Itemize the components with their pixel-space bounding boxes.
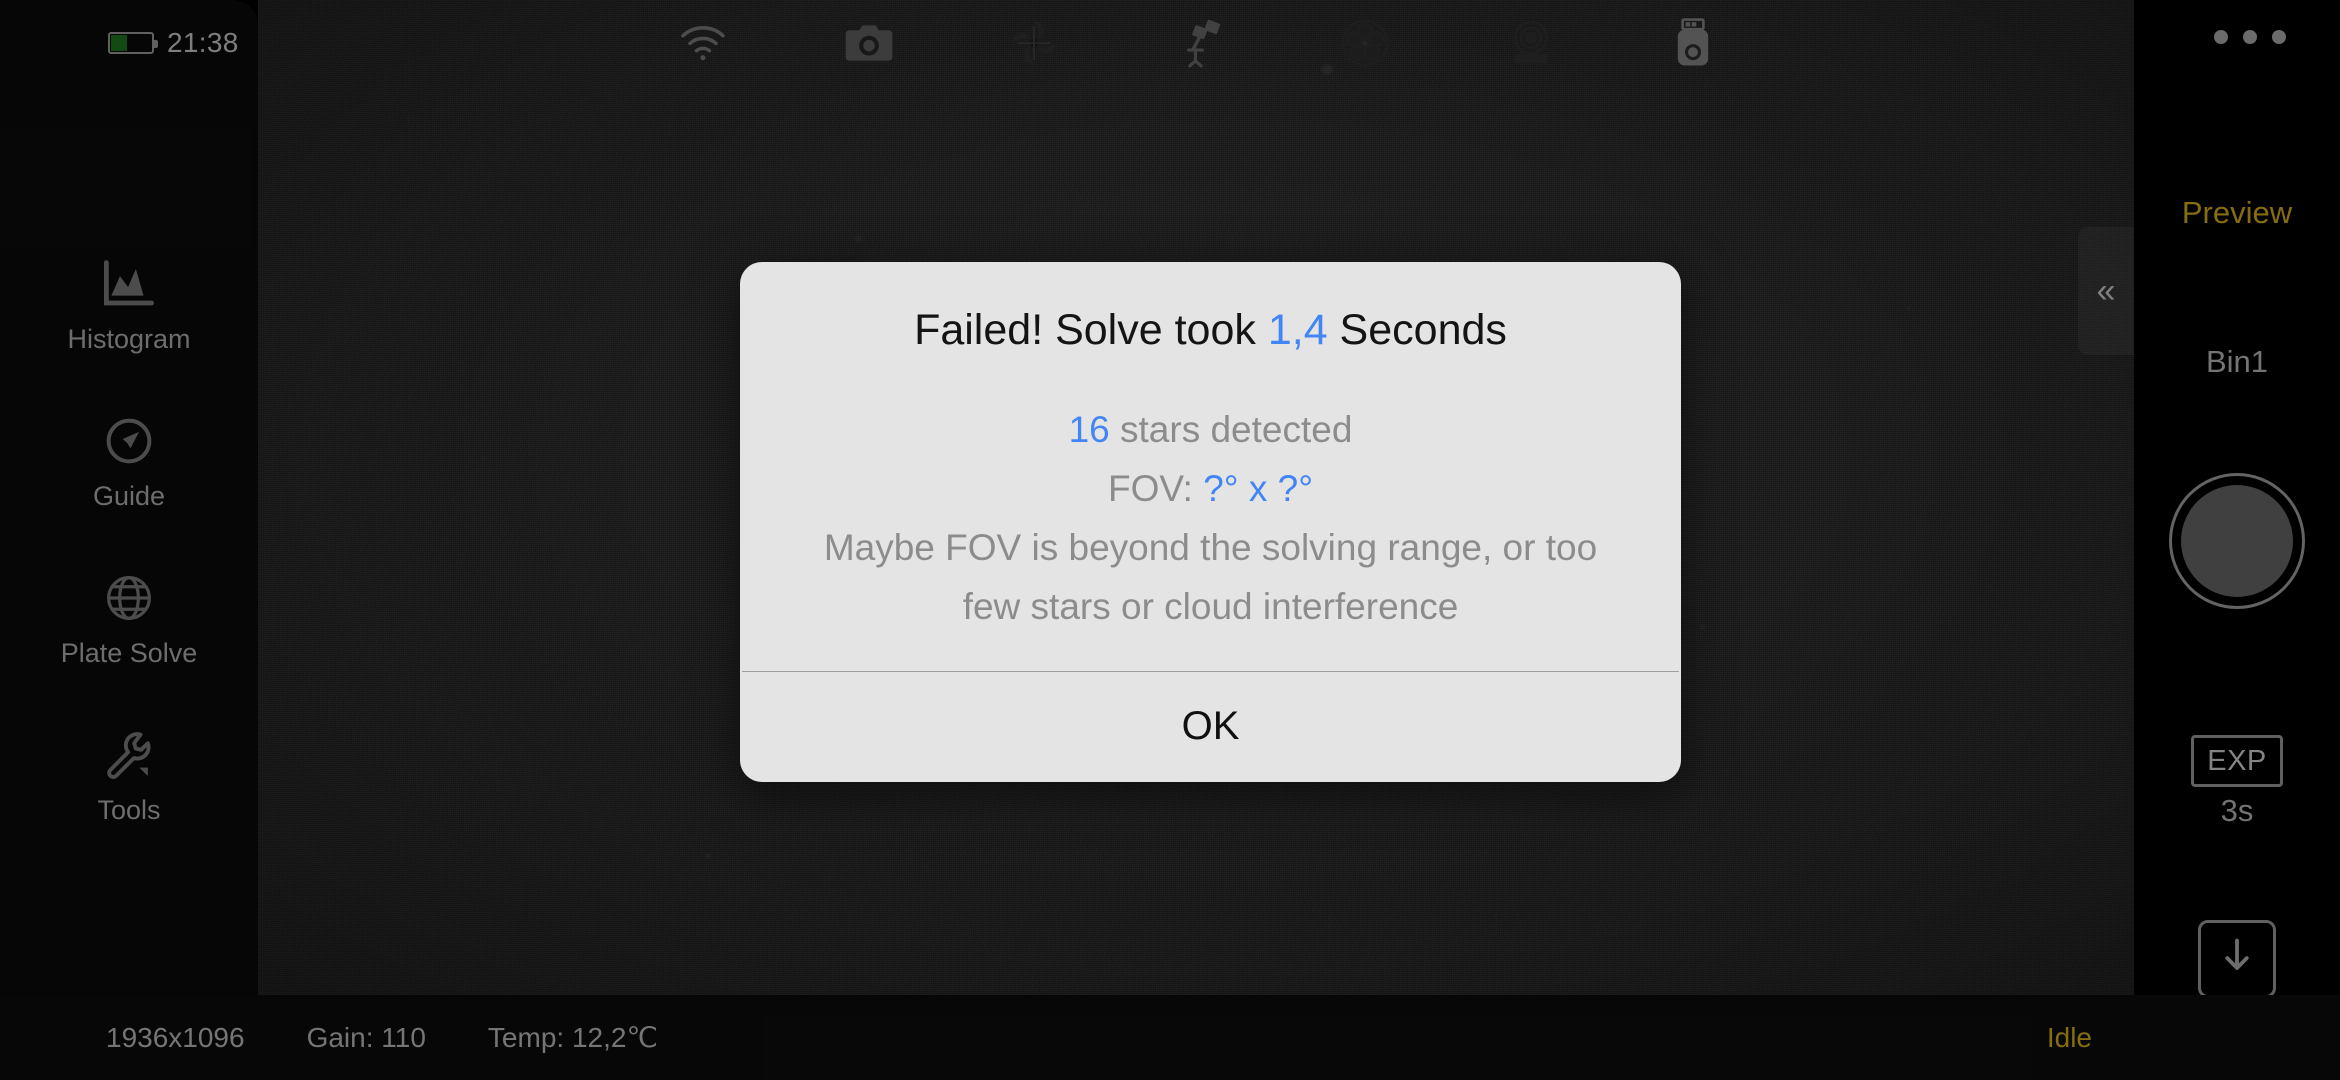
dialog-title-prefix: Failed! Solve took bbox=[914, 306, 1268, 354]
stars-count-value: 16 bbox=[1068, 408, 1110, 450]
fov-label: FOV: bbox=[1107, 467, 1204, 509]
solve-duration-value: 1,4 bbox=[1267, 306, 1328, 354]
dialog-title-suffix: Seconds bbox=[1327, 306, 1507, 354]
fov-value: ?° x ?° bbox=[1203, 467, 1314, 509]
dialog-message: 16 stars detected FOV: ?° x ?° Maybe FOV… bbox=[780, 400, 1641, 637]
hint-line-1: Maybe FOV is beyond the solving range, o… bbox=[823, 527, 1598, 569]
app-root: 21:38 Histogram Guide Plate Solve Tools … bbox=[0, 0, 2340, 1080]
hint-line-2: few stars or cloud interference bbox=[962, 586, 1459, 628]
dialog-body: Failed! Solve took 1,4 Seconds 16 stars … bbox=[740, 262, 1681, 671]
stars-detected-label: stars detected bbox=[1109, 408, 1353, 450]
dialog-ok-button[interactable]: OK bbox=[740, 672, 1681, 782]
plate-solve-result-dialog: Failed! Solve took 1,4 Seconds 16 stars … bbox=[740, 262, 1681, 782]
dialog-title: Failed! Solve took 1,4 Seconds bbox=[780, 304, 1641, 358]
fov-line: FOV: ?° x ?° bbox=[780, 459, 1641, 518]
stars-detected-line: 16 stars detected bbox=[780, 400, 1641, 459]
